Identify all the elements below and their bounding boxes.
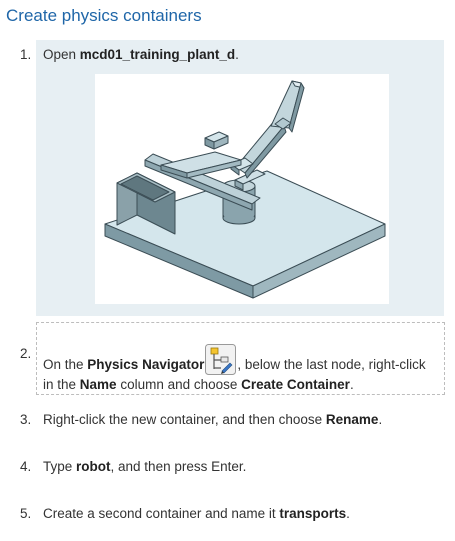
ui-label: Name bbox=[79, 377, 117, 392]
step-text: Create a second container and name it tr… bbox=[43, 506, 350, 521]
step-number: 5. bbox=[20, 506, 32, 521]
step-number: 3. bbox=[20, 412, 32, 427]
step-number: 1. bbox=[20, 47, 32, 62]
step-text: Type robot, and then press Enter. bbox=[43, 459, 247, 474]
step-text: Right-click the new container, and then … bbox=[43, 412, 383, 427]
step-number: 4. bbox=[20, 459, 32, 474]
typed-value: transports bbox=[279, 506, 347, 521]
typed-value: robot bbox=[76, 459, 111, 474]
step-text: On the Physics Navigator , below the las… bbox=[43, 344, 435, 395]
step-2: 2. On the Physics Navigator , below the … bbox=[0, 322, 455, 395]
ui-label: Physics Navigator bbox=[87, 357, 205, 372]
plant-model-figure bbox=[95, 74, 389, 304]
step-1: 1. Open mcd01_training_plant_d. bbox=[0, 40, 455, 316]
step-number: 2. bbox=[20, 346, 32, 361]
ui-label: Create Container bbox=[241, 377, 350, 392]
file-name: mcd01_training_plant_d bbox=[79, 47, 236, 62]
step-text: Open mcd01_training_plant_d. bbox=[43, 47, 239, 62]
page-title: Create physics containers bbox=[6, 6, 202, 25]
ui-label: Rename bbox=[325, 412, 379, 427]
physics-navigator-icon bbox=[205, 344, 237, 375]
plant-model-illustration bbox=[104, 80, 386, 299]
